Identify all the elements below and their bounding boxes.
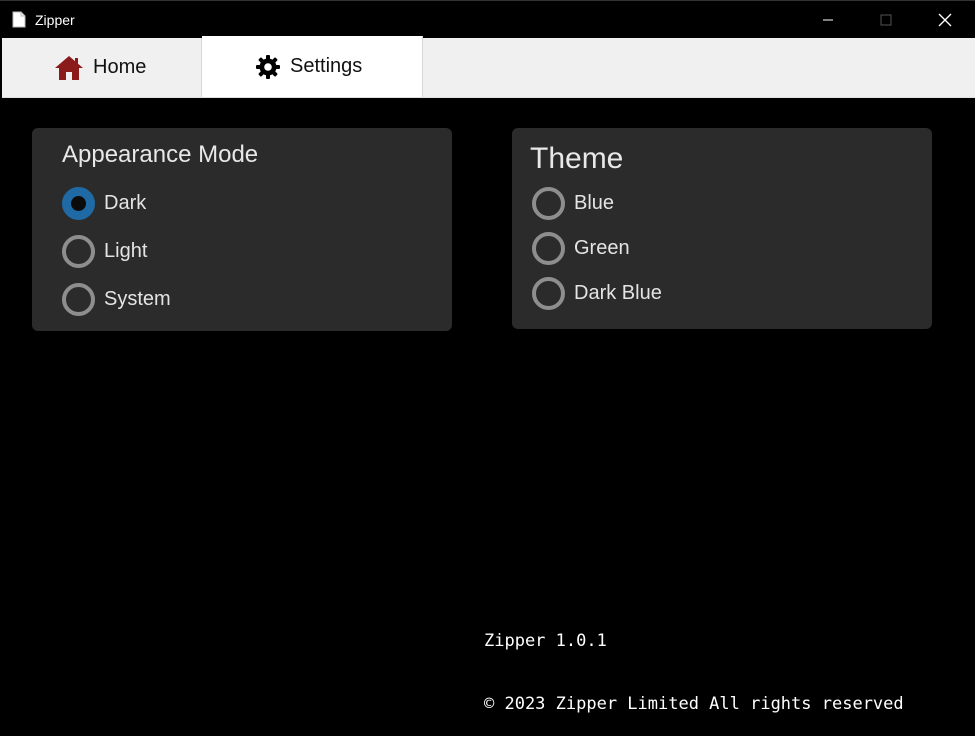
close-button[interactable] <box>922 1 968 39</box>
radio-green-label: Green <box>574 237 630 259</box>
radio-blue-label: Blue <box>574 192 615 214</box>
radio-system[interactable]: System <box>62 283 171 316</box>
title-bar: Zipper <box>0 0 975 39</box>
footer-version: Zipper 1.0.1 <box>484 631 607 651</box>
radio-blue[interactable]: Blue <box>532 187 614 220</box>
radio-dark-blue-label: Dark Blue <box>574 282 662 304</box>
radio-light[interactable]: Light <box>62 235 147 268</box>
radio-system-indicator <box>62 283 95 316</box>
appearance-mode-panel: Appearance Mode Dark Light System <box>32 128 452 331</box>
radio-light-indicator <box>62 235 95 268</box>
radio-light-label: Light <box>104 240 148 262</box>
radio-system-label: System <box>104 288 171 310</box>
radio-dark-blue-indicator <box>532 277 565 310</box>
radio-dark-label: Dark <box>104 192 147 214</box>
radio-dark-indicator <box>62 187 95 220</box>
tab-home-label: Home <box>93 56 147 78</box>
tab-home[interactable]: Home <box>2 38 202 97</box>
document-icon <box>12 11 26 33</box>
gear-icon <box>255 54 281 80</box>
radio-green[interactable]: Green <box>532 232 630 265</box>
minimize-button[interactable] <box>805 1 851 39</box>
theme-title: Theme <box>530 142 624 175</box>
radio-dark-blue[interactable]: Dark Blue <box>532 277 662 310</box>
radio-green-indicator <box>532 232 565 265</box>
radio-dark[interactable]: Dark <box>62 187 146 220</box>
tab-settings[interactable]: Settings <box>202 36 423 97</box>
window-title: Zipper <box>35 12 75 28</box>
footer-copyright: © 2023 Zipper Limited All rights reserve… <box>484 694 904 714</box>
radio-blue-indicator <box>532 187 565 220</box>
tab-bar: Home Settings <box>2 36 975 98</box>
theme-panel: Theme Blue Green Dark Blue <box>512 128 932 329</box>
maximize-button[interactable] <box>863 1 909 39</box>
footer: Zipper 1.0.1 © 2023 Zipper Limited All r… <box>484 589 975 736</box>
tab-settings-label: Settings <box>290 55 363 77</box>
appearance-mode-title: Appearance Mode <box>62 141 259 168</box>
home-icon <box>54 55 84 81</box>
